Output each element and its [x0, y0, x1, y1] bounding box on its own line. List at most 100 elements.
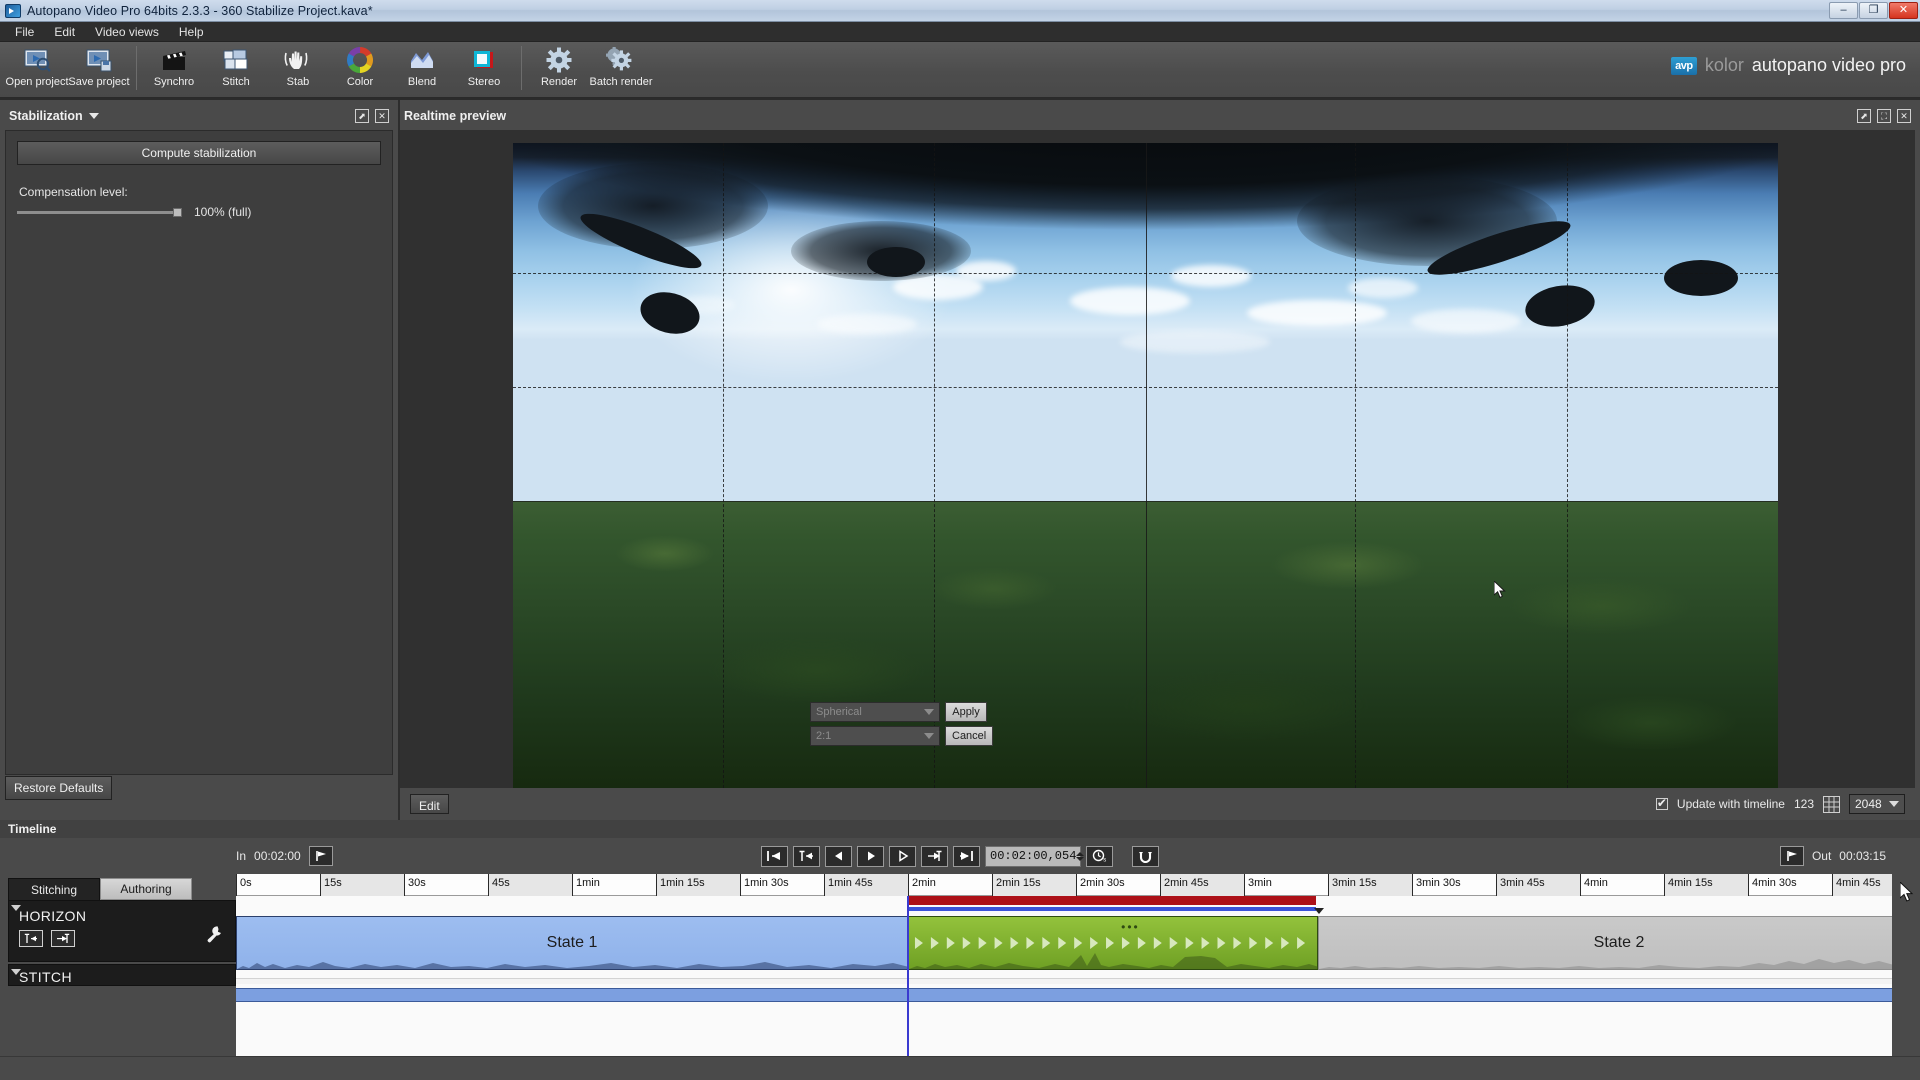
step-forward-button[interactable] [889, 845, 916, 867]
chevron-down-icon[interactable] [88, 113, 99, 119]
collapse-triangle-icon[interactable] [11, 905, 21, 911]
tool-stereo[interactable]: Stereo [453, 42, 515, 96]
undock-icon[interactable]: ⬈ [355, 109, 369, 123]
tool-batch-render[interactable]: Batch render [590, 42, 653, 96]
cancel-button[interactable]: Cancel [945, 726, 994, 746]
step-backward-button[interactable] [825, 845, 852, 867]
frame-number: 123 [1793, 797, 1814, 811]
go-to-start-button[interactable] [761, 845, 788, 867]
next-keyframe-button[interactable] [51, 930, 75, 947]
projection-controls: Spherical Apply 2:1 Cancel [810, 702, 994, 746]
compensation-level-label: Compensation level: [19, 185, 128, 199]
edit-button[interactable]: Edit [410, 794, 449, 814]
ruler-tick: 3min 15s [1328, 874, 1412, 896]
ruler-tick: 2min [908, 874, 992, 896]
aspect-select[interactable]: 2:1 [810, 726, 940, 746]
track-header-horizon[interactable]: HORIZON [8, 900, 236, 962]
app-icon [5, 3, 21, 18]
in-point-group: In 00:02:00 [236, 846, 333, 866]
tool-open-project[interactable]: Open project [6, 42, 69, 96]
chevron-down-icon [924, 709, 934, 715]
timeline-transport-bar: In 00:02:00 00:02:00,054 s Out 00:03:15 [0, 838, 1920, 874]
tool-stab[interactable]: Stab [267, 42, 329, 96]
tool-blend[interactable]: Blend [391, 42, 453, 96]
ruler-tick: 1min 30s [740, 874, 824, 896]
center-line-horizontal [513, 500, 1778, 502]
clip-label: State 1 [546, 934, 598, 951]
stitch-track-band[interactable] [236, 988, 1920, 1002]
title-bar: Autopano Video Pro 64bits 2.3.3 - 360 St… [0, 0, 1920, 22]
timeline-body: Stitching Authoring HORIZON STITCH 0s 15… [0, 874, 1920, 1080]
expand-icon[interactable]: ⛶ [1877, 109, 1891, 123]
track-name: HORIZON [19, 908, 87, 924]
go-to-end-button[interactable] [953, 845, 980, 867]
maximize-button[interactable]: ❐ [1859, 2, 1888, 19]
preview-title: Realtime preview [404, 109, 507, 123]
resolution-select[interactable]: 2048 [1849, 794, 1905, 814]
current-time-field[interactable]: 00:02:00,054 [985, 845, 1085, 867]
menu-help[interactable]: Help [170, 23, 213, 41]
timeline-ruler[interactable]: 0s 15s 30s 45s 1min 1min 15s 1min 30s 1m… [236, 874, 1920, 896]
loop-button[interactable] [1132, 845, 1159, 867]
menu-edit[interactable]: Edit [45, 23, 84, 41]
ruler-tick: 0s [236, 874, 320, 896]
close-icon[interactable]: ✕ [1897, 109, 1911, 123]
timeline-tabs: Stitching Authoring [8, 874, 236, 900]
tool-color[interactable]: Color [329, 42, 391, 96]
status-bar [0, 1056, 1920, 1080]
compensation-slider[interactable] [17, 205, 182, 219]
grid-toggle-icon[interactable] [1823, 795, 1840, 813]
next-marker-button[interactable] [921, 845, 948, 867]
tool-save-project[interactable]: Save project [68, 42, 130, 96]
ruler-tick: 3min 30s [1412, 874, 1496, 896]
clip-state-2[interactable]: State 2 [1318, 916, 1920, 970]
menu-file[interactable]: File [6, 23, 43, 41]
compute-stabilization-button[interactable]: Compute stabilization [17, 141, 381, 165]
play-button[interactable] [857, 845, 884, 867]
mouse-cursor [1493, 579, 1506, 599]
collapse-triangle-icon[interactable] [11, 969, 21, 975]
application-window: Autopano Video Pro 64bits 2.3.3 - 360 St… [0, 0, 1920, 1080]
set-out-point-button[interactable] [1779, 846, 1804, 866]
tool-stitch[interactable]: Stitch [205, 42, 267, 96]
wrench-icon[interactable] [205, 925, 223, 947]
out-point-group: Out 00:03:15 [1779, 846, 1886, 866]
projection-select[interactable]: Spherical [810, 702, 940, 722]
close-button[interactable]: ✕ [1889, 2, 1918, 19]
minimize-button[interactable]: – [1829, 2, 1858, 19]
close-icon[interactable]: ✕ [375, 109, 389, 123]
set-in-point-button[interactable] [308, 846, 333, 866]
tab-stitching[interactable]: Stitching [8, 878, 100, 900]
update-with-timeline-checkbox[interactable] [1655, 796, 1668, 810]
time-stepper[interactable] [1076, 851, 1085, 861]
preview-panel: Realtime preview ⬈ ⛶ ✕ Spherical Apply 2… [400, 100, 1920, 820]
timeline-tracks-area[interactable]: 0s 15s 30s 45s 1min 1min 15s 1min 30s 1m… [236, 874, 1920, 1080]
timeline-panel: Timeline In 00:02:00 00:02:00,054 s Out … [0, 820, 1920, 1080]
timecode-mode-button[interactable]: s [1086, 845, 1113, 867]
aspect-value: 2:1 [816, 730, 832, 742]
ruler-tick: 4min 30s [1748, 874, 1832, 896]
undock-icon[interactable]: ⬈ [1857, 109, 1871, 123]
previous-keyframe-button[interactable] [19, 930, 43, 947]
gears-icon [606, 46, 636, 74]
preview-stage[interactable]: Spherical Apply 2:1 Cancel [400, 130, 1915, 788]
tool-render[interactable]: Render [528, 42, 590, 96]
previous-marker-button[interactable] [793, 845, 820, 867]
clip-selected-range[interactable]: ••• [908, 916, 1319, 970]
slider-track [17, 211, 182, 214]
track-header-stitch[interactable]: STITCH [8, 964, 236, 986]
hand-icon [283, 46, 313, 74]
clip-state-1[interactable]: State 1 [236, 916, 909, 970]
track-headers: Stitching Authoring HORIZON STITCH [0, 874, 236, 1080]
transport-controls: 00:02:00,054 s [761, 845, 1159, 867]
chevron-down-icon [1889, 801, 1899, 807]
restore-defaults-button[interactable]: Restore Defaults [5, 776, 113, 800]
tab-authoring[interactable]: Authoring [100, 878, 192, 900]
slider-handle[interactable] [173, 208, 182, 217]
ruler-tick: 45s [488, 874, 572, 896]
main-area: Stabilization ⬈ ✕ Compute stabilization … [0, 100, 1920, 820]
menu-video-views[interactable]: Video views [86, 23, 168, 41]
svg-text:s: s [1103, 858, 1106, 863]
apply-button[interactable]: Apply [945, 702, 987, 722]
tool-synchro[interactable]: Synchro [143, 42, 205, 96]
